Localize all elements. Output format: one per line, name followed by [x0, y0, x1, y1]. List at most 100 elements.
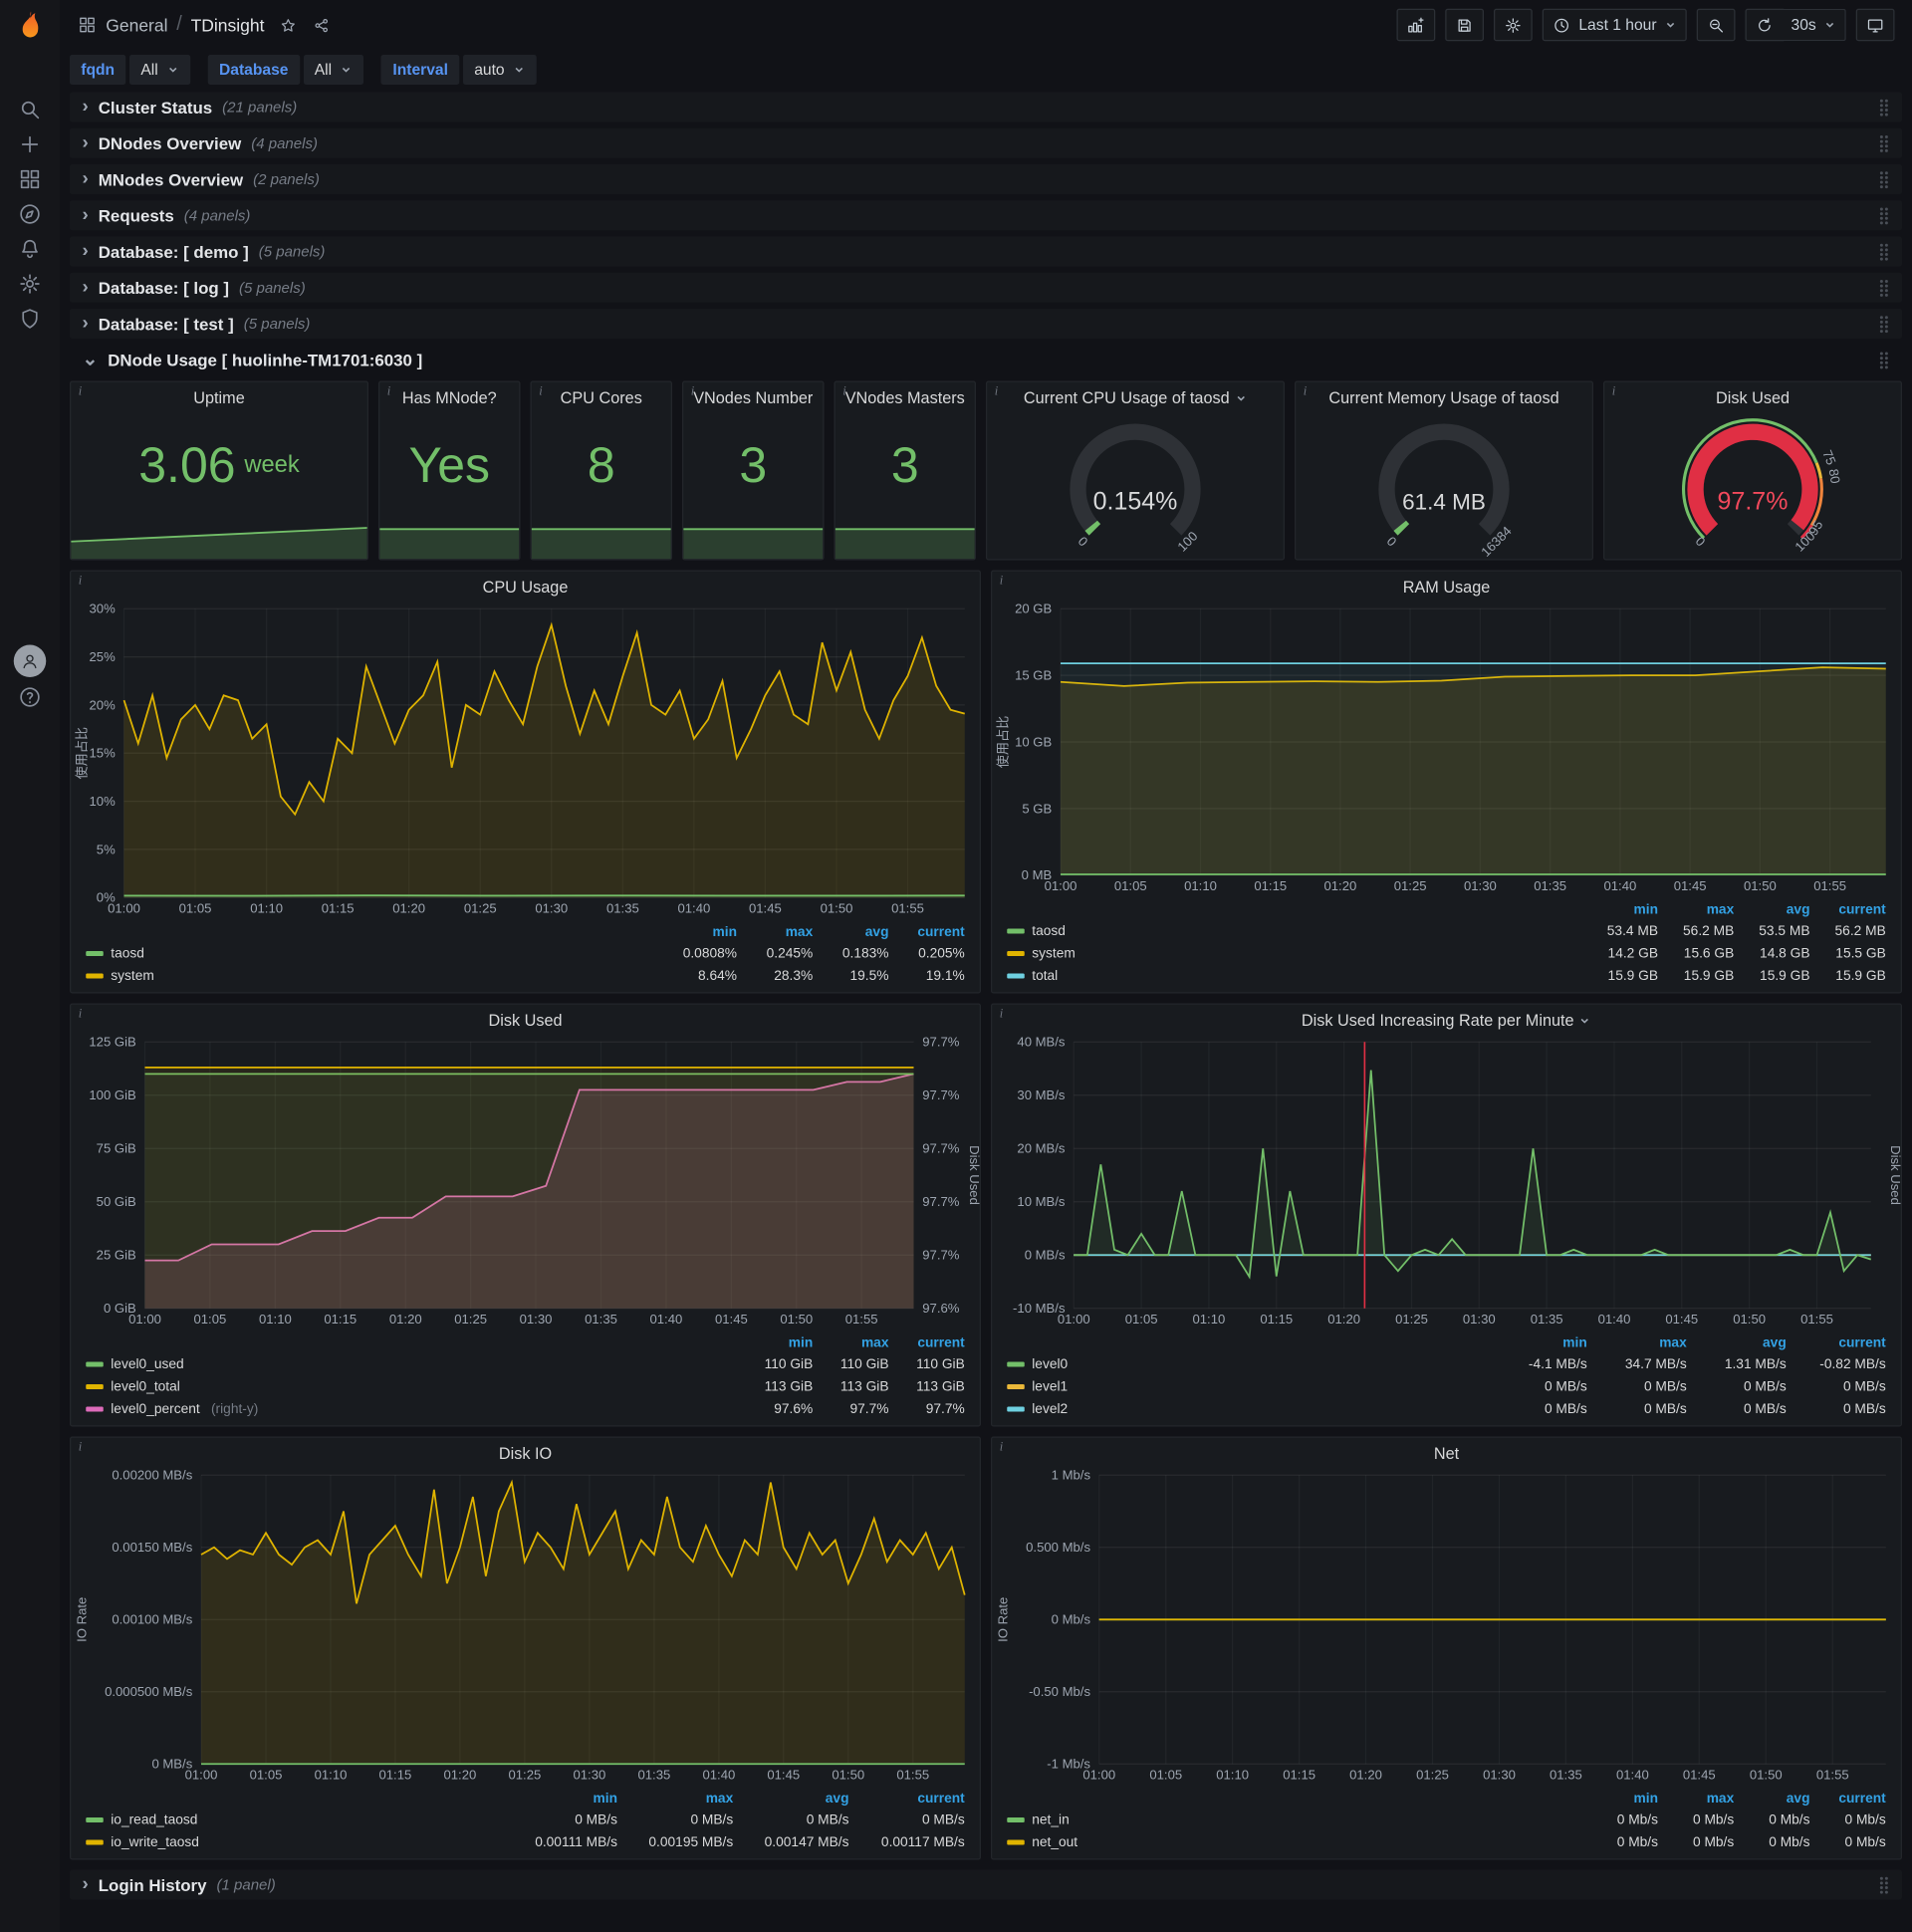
variable-label[interactable]: Database — [207, 55, 300, 85]
chart-plot[interactable]: 40 MB/s30 MB/s20 MB/s10 MB/s0 MB/s-10 MB… — [992, 1005, 1901, 1331]
sidebar-item-search[interactable] — [15, 95, 45, 124]
panel-info-icon[interactable]: i — [79, 574, 82, 588]
variable-value-dropdown[interactable]: All — [129, 55, 191, 85]
panel-info-icon[interactable]: i — [1304, 384, 1307, 398]
panel-info-icon[interactable]: i — [79, 1007, 82, 1021]
chart-plot[interactable]: 0.00200 MB/s 0.00150 MB/s 0.00100 MB/s 0.00… — [71, 1438, 980, 1787]
row-drag-handle[interactable] — [1878, 242, 1889, 261]
legend-sort-current[interactable]: current — [889, 925, 964, 940]
dashboard-row-collapsed[interactable]: › DNodes Overview (4 panels) — [70, 127, 1902, 158]
breadcrumb-section[interactable]: General — [106, 15, 167, 35]
legend-sort-min[interactable]: min — [502, 1792, 617, 1807]
save-dashboard-button[interactable] — [1445, 8, 1485, 42]
legend-sort-avg[interactable]: avg — [1687, 1335, 1787, 1350]
panel-info-icon[interactable]: i — [539, 384, 542, 398]
chart-plot[interactable]: 1 Mb/s0.500 Mb/s0 Mb/s-0.50 Mb/s-1 Mb/s0… — [992, 1438, 1901, 1787]
sidebar-item-user-avatar[interactable] — [13, 644, 47, 677]
legend-sort-min[interactable]: min — [1582, 1792, 1658, 1807]
grafana-logo[interactable] — [13, 9, 48, 44]
sidebar-item-alerting[interactable] — [15, 234, 45, 264]
legend-series-toggle[interactable]: net_in — [1007, 1812, 1582, 1827]
legend-sort-min[interactable]: min — [661, 925, 737, 940]
legend-series-toggle[interactable]: taosd — [86, 946, 661, 961]
favorite-star-button[interactable] — [280, 16, 299, 35]
panel-title[interactable]: CPU Usage — [96, 578, 955, 597]
sidebar-item-server-admin[interactable] — [15, 304, 45, 334]
row-drag-handle[interactable] — [1878, 98, 1889, 117]
dashboard-row-collapsed[interactable]: › MNodes Overview (2 panels) — [70, 164, 1902, 194]
chart-plot[interactable]: 20 GB15 GB10 GB5 GB0 MB01:00 01:05 01:10 01… — [992, 572, 1901, 898]
refresh-interval-dropdown[interactable]: 30s — [1782, 8, 1846, 42]
legend-sort-max[interactable]: max — [617, 1792, 734, 1807]
row-drag-handle[interactable] — [1878, 1875, 1889, 1894]
row-drag-handle[interactable] — [1878, 206, 1889, 225]
row-drag-handle[interactable] — [1878, 315, 1889, 334]
panel-title[interactable]: Uptime — [96, 388, 343, 407]
variable-value-dropdown[interactable]: auto — [462, 55, 538, 85]
variable-label[interactable]: Interval — [381, 55, 460, 85]
sidebar-item-explore[interactable] — [15, 199, 45, 229]
panel-info-icon[interactable]: i — [1000, 574, 1003, 588]
dashboard-row-collapsed[interactable]: › Database: [ demo ] (5 panels) — [70, 236, 1902, 267]
panel-title[interactable]: Current CPU Usage of taosd — [1012, 388, 1259, 407]
row-drag-handle[interactable] — [1878, 133, 1889, 152]
panel-info-icon[interactable]: i — [1000, 1007, 1003, 1021]
panel-info-icon[interactable]: i — [691, 384, 694, 398]
breadcrumb-title[interactable]: TDinsight — [191, 15, 265, 35]
panel-info-icon[interactable]: i — [995, 384, 998, 398]
panel-info-icon[interactable]: i — [1612, 384, 1615, 398]
row-drag-handle[interactable] — [1878, 351, 1889, 369]
panel-info-icon[interactable]: i — [1000, 1440, 1003, 1454]
legend-series-toggle[interactable]: level0_percent (right-y) — [86, 1402, 737, 1417]
dashboard-grid-icon[interactable] — [78, 15, 98, 35]
legend-sort-min[interactable]: min — [737, 1335, 813, 1350]
legend-sort-avg[interactable]: avg — [733, 1792, 849, 1807]
sidebar-item-help[interactable] — [15, 682, 45, 712]
legend-series-toggle[interactable]: net_out — [1007, 1835, 1582, 1850]
panel-title[interactable]: RAM Usage — [1017, 578, 1876, 597]
legend-sort-min[interactable]: min — [1488, 1335, 1586, 1350]
panel-title[interactable]: VNodes Number — [693, 388, 813, 407]
legend-sort-current[interactable]: current — [1787, 1335, 1885, 1350]
refresh-button[interactable] — [1745, 8, 1785, 42]
legend-sort-min[interactable]: min — [1582, 902, 1658, 917]
legend-series-toggle[interactable]: level0_used — [86, 1357, 737, 1372]
panel-title[interactable]: Current Memory Usage of taosd — [1320, 388, 1567, 407]
add-panel-button[interactable] — [1396, 8, 1436, 42]
row-drag-handle[interactable] — [1878, 278, 1889, 297]
legend-sort-current[interactable]: current — [1810, 1792, 1885, 1807]
variable-label[interactable]: fqdn — [70, 55, 126, 85]
sidebar-item-create[interactable] — [15, 129, 45, 159]
dashboard-row-collapsed[interactable]: › Database: [ test ] (5 panels) — [70, 309, 1902, 339]
panel-title[interactable]: VNodes Masters — [845, 388, 965, 407]
legend-series-toggle[interactable]: total — [1007, 969, 1582, 984]
legend-series-toggle[interactable]: io_write_taosd — [86, 1835, 502, 1850]
legend-sort-max[interactable]: max — [1658, 1792, 1735, 1807]
legend-sort-max[interactable]: max — [1587, 1335, 1687, 1350]
legend-sort-current[interactable]: current — [889, 1335, 964, 1350]
legend-series-toggle[interactable]: io_read_taosd — [86, 1812, 502, 1827]
legend-series-toggle[interactable]: taosd — [1007, 924, 1582, 939]
chart-plot[interactable]: 125 GiB 97.7% 100 GiB 97.7% 75 GiB 97.7% 50 Gi… — [71, 1005, 980, 1331]
row-drag-handle[interactable] — [1878, 170, 1889, 189]
panel-info-icon[interactable]: i — [387, 384, 390, 398]
panel-title[interactable]: Disk IO — [96, 1444, 955, 1463]
legend-series-toggle[interactable]: level1 — [1007, 1379, 1488, 1394]
legend-series-toggle[interactable]: system — [86, 969, 661, 984]
panel-title[interactable]: Disk Used Increasing Rate per Minute — [1017, 1011, 1876, 1030]
panel-title[interactable]: Net — [1017, 1444, 1876, 1463]
variable-value-dropdown[interactable]: All — [303, 55, 364, 85]
legend-sort-avg[interactable]: avg — [1734, 902, 1810, 917]
legend-sort-max[interactable]: max — [737, 925, 814, 940]
time-range-picker[interactable]: Last 1 hour — [1543, 8, 1687, 42]
dashboard-row-collapsed[interactable]: › Database: [ log ] (5 panels) — [70, 272, 1902, 303]
panel-info-icon[interactable]: i — [79, 1440, 82, 1454]
legend-series-toggle[interactable]: system — [1007, 946, 1582, 961]
dashboard-row-collapsed[interactable]: › Cluster Status (21 panels) — [70, 92, 1902, 122]
dashboard-row-collapsed[interactable]: › Login History (1 panel) — [70, 1869, 1902, 1900]
legend-series-toggle[interactable]: level0_total — [86, 1379, 737, 1394]
chart-plot[interactable]: 30%25%20%15%10%5%0%01:00 01:05 01:10 01:15 0… — [71, 572, 980, 920]
share-button[interactable] — [313, 16, 332, 35]
sidebar-item-dashboards[interactable] — [15, 164, 45, 194]
legend-sort-max[interactable]: max — [1658, 902, 1735, 917]
